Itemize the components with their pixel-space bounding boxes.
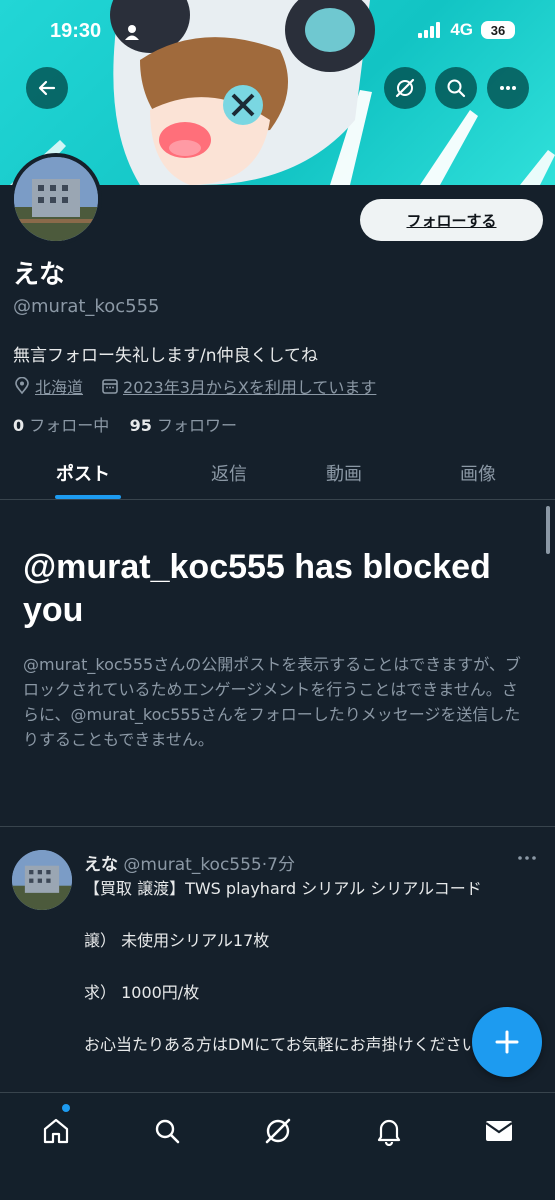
compose-button[interactable]	[472, 1007, 542, 1077]
joined-date[interactable]: 2023年3月からXを利用しています	[123, 374, 376, 398]
mail-icon	[485, 1121, 513, 1141]
tab-posts[interactable]: ポスト	[56, 460, 110, 486]
blocked-description: @murat_koc555さんの公開ポストを表示することはできますが、ブロックさ…	[23, 655, 521, 749]
followers-link[interactable]: 95 フォロワー	[130, 416, 237, 435]
followers-count: 95	[129, 416, 152, 435]
avatar-photo	[14, 157, 98, 241]
network-type: 4G	[450, 20, 473, 39]
profile-tabs: ポスト 返信 動画 画像	[0, 448, 555, 500]
display-name: えな	[13, 260, 66, 290]
scrollbar[interactable]	[546, 506, 550, 554]
blocked-title: @murat_koc555 has blocked you	[23, 548, 491, 629]
status-bar: 19:30 4G 36	[0, 0, 555, 66]
following-label: フォロー中	[29, 416, 110, 435]
tab-videos[interactable]: 動画	[326, 460, 362, 486]
profile-avatar[interactable]	[10, 153, 102, 245]
active-tab-indicator	[55, 495, 121, 499]
back-button[interactable]	[26, 67, 68, 109]
following-link[interactable]: 0 フォロー中	[13, 416, 109, 435]
following-count: 0	[13, 416, 25, 435]
profile-bio: 無言フォロー失礼します/n仲良くしてね	[13, 346, 318, 366]
search-icon	[155, 1119, 180, 1144]
bottom-nav	[0, 1092, 555, 1200]
plus-icon	[495, 1030, 519, 1054]
status-time: 19:30	[50, 20, 102, 42]
grok-icon	[395, 78, 415, 98]
follow-stats: 0 フォロー中 95 フォロワー	[13, 412, 237, 436]
post-line: 求） 1000円/枚	[84, 983, 200, 1002]
battery-icon: 36	[481, 21, 515, 39]
signal-icon	[418, 22, 441, 38]
nav-messages[interactable]	[479, 1111, 519, 1151]
nav-search[interactable]	[147, 1111, 187, 1151]
arrow-left-icon	[38, 80, 56, 96]
profile-meta: 北海道 2023年3月からXを利用しています	[13, 374, 376, 398]
bell-icon	[377, 1119, 401, 1146]
more-button[interactable]	[487, 67, 529, 109]
post-line: 譲） 未使用シリアル17枚	[84, 931, 270, 950]
tab-images[interactable]: 画像	[460, 460, 496, 486]
post-handle-time: @murat_koc555·7分	[123, 855, 295, 875]
tab-replies[interactable]: 返信	[211, 460, 247, 486]
grok-button[interactable]	[384, 67, 426, 109]
followers-label: フォロワー	[156, 416, 237, 435]
nav-home[interactable]	[36, 1111, 76, 1151]
post-more-icon[interactable]	[517, 852, 537, 864]
post-header: えな @murat_koc555·7分	[84, 850, 295, 875]
follow-button[interactable]: フォローする	[360, 199, 543, 241]
nav-notifications[interactable]	[369, 1111, 409, 1151]
calendar-icon	[102, 379, 118, 394]
post-avatar[interactable]	[12, 850, 72, 910]
nav-grok[interactable]	[258, 1111, 298, 1151]
avatar-photo	[12, 850, 72, 910]
status-right: 4G 36	[418, 20, 515, 40]
home-icon	[43, 1118, 69, 1144]
location-link[interactable]: 北海道	[35, 374, 83, 398]
home-notification-dot	[62, 1104, 70, 1112]
post-author-name[interactable]: えな	[84, 855, 118, 875]
search-button[interactable]	[435, 67, 477, 109]
grok-icon	[265, 1118, 291, 1144]
more-horizontal-icon	[500, 86, 516, 90]
divider	[0, 826, 555, 827]
post-line: 【買取 譲渡】TWS playhard シリアル シリアルコード	[84, 879, 482, 898]
search-icon	[447, 79, 466, 98]
person-icon	[125, 25, 139, 40]
profile-handle: @murat_koc555	[13, 296, 160, 317]
location-icon	[15, 377, 29, 395]
